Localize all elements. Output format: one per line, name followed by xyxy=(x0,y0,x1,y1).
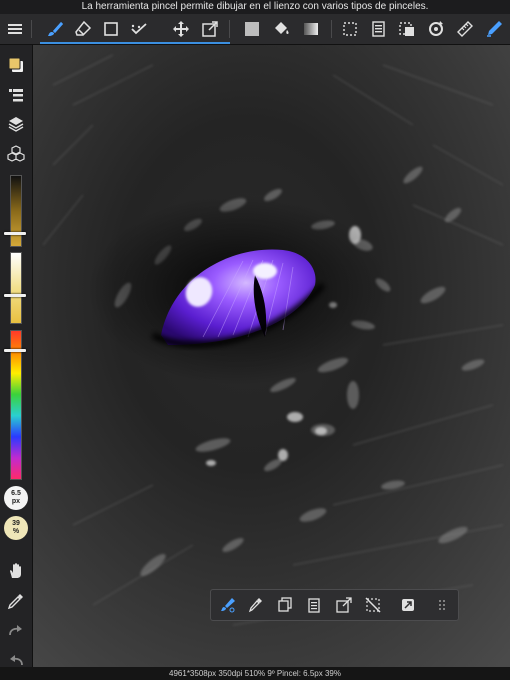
hue-slider[interactable] xyxy=(10,330,22,480)
dragon-eye-artwork xyxy=(33,45,510,667)
grip-icon[interactable] xyxy=(430,593,454,617)
color-swatch-icon[interactable] xyxy=(3,52,29,78)
deselect-icon[interactable] xyxy=(361,593,385,617)
selection-icon[interactable] xyxy=(337,16,363,42)
transform-icon[interactable] xyxy=(197,16,223,42)
bucket-icon[interactable] xyxy=(268,16,294,42)
rotate-icon[interactable] xyxy=(423,16,449,42)
opacity-slider[interactable] xyxy=(10,252,22,324)
fullscreen-icon[interactable] xyxy=(396,593,420,617)
menu-icon[interactable] xyxy=(2,16,28,42)
status-bar: 4961*3508px 350dpi 510% 9º Pincel: 6.5px… xyxy=(0,667,510,680)
brush-icon[interactable] xyxy=(42,16,68,42)
brush-size-unit: px xyxy=(11,498,21,505)
select-rect-icon[interactable] xyxy=(98,16,124,42)
active-tools-indicator xyxy=(40,42,230,44)
divider xyxy=(229,20,230,38)
hue-thumb[interactable] xyxy=(4,349,26,352)
paste-icon[interactable] xyxy=(302,593,326,617)
eyedropper-icon[interactable] xyxy=(3,588,29,614)
brush-size-thumb[interactable] xyxy=(4,232,26,235)
pen-icon[interactable] xyxy=(481,16,507,42)
materials-icon[interactable] xyxy=(3,140,29,166)
brush-size-slider[interactable] xyxy=(10,175,22,247)
ruler-icon[interactable] xyxy=(452,16,478,42)
eyedropper-icon[interactable] xyxy=(244,593,268,617)
gradient-icon[interactable] xyxy=(298,16,324,42)
divider xyxy=(331,20,332,38)
eraser-icon[interactable] xyxy=(70,16,96,42)
move-icon[interactable] xyxy=(168,16,194,42)
opacity-unit: % xyxy=(12,528,20,535)
opacity-indicator[interactable]: 39 % xyxy=(4,516,28,540)
smudge-icon[interactable] xyxy=(126,16,152,42)
transform-icon[interactable] xyxy=(332,593,356,617)
layer-paste-icon[interactable] xyxy=(365,16,391,42)
divider xyxy=(31,20,32,38)
fill-color-icon[interactable] xyxy=(239,16,265,42)
copy-icon[interactable] xyxy=(273,593,297,617)
redo-icon[interactable] xyxy=(3,618,29,644)
layer-list-icon[interactable] xyxy=(3,82,29,108)
select-tool-icon[interactable] xyxy=(394,16,420,42)
layers-icon[interactable] xyxy=(3,111,29,137)
brush-size-value: 6.5 xyxy=(11,490,21,497)
opacity-thumb[interactable] xyxy=(4,294,26,297)
hand-icon[interactable] xyxy=(3,558,29,584)
opacity-value: 39 xyxy=(12,520,20,527)
drawing-canvas[interactable] xyxy=(33,45,510,667)
brush-settings-icon[interactable] xyxy=(216,593,240,617)
left-sidebar: 6.5 px 39 % xyxy=(0,45,33,680)
top-toolbar xyxy=(0,14,510,45)
hint-message: La herramienta pincel permite dibujar en… xyxy=(0,0,510,14)
brush-size-indicator[interactable]: 6.5 px xyxy=(4,486,28,510)
floating-action-bar xyxy=(210,589,459,621)
